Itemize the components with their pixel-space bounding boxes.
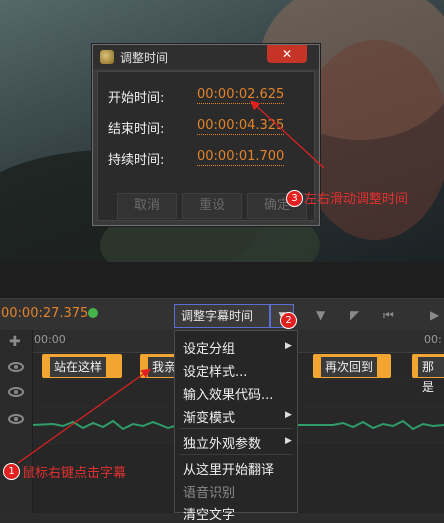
skip-start-icon[interactable]: ⏮ <box>383 308 394 323</box>
submenu-arrow-icon: ▶ <box>285 341 292 351</box>
add-track-icon[interactable]: ✚ <box>9 334 21 350</box>
close-icon: ✕ <box>281 47 293 61</box>
annotation-text-3: 左右滑动调整时间 <box>304 192 409 207</box>
duration-label: 持续时间: <box>108 153 165 168</box>
menu-item-set-group[interactable]: 设定分组 <box>183 338 235 357</box>
app-logo-icon <box>100 50 114 64</box>
subtitle-text[interactable]: 再次回到 <box>321 357 378 377</box>
ruler-end-label: 00: <box>424 333 442 346</box>
dialog-titlebar[interactable]: 调整时间 ✕ <box>93 45 319 69</box>
menu-item-fade-mode[interactable]: 渐变模式 <box>183 407 235 426</box>
annotation-badge-2: 2 <box>280 312 297 329</box>
adjust-subtitle-time-button[interactable]: 调整字幕时间 <box>174 304 270 328</box>
cancel-button[interactable]: 取消 <box>117 193 177 219</box>
mark-icon[interactable]: ◤ <box>350 308 359 322</box>
menu-divider <box>179 428 293 429</box>
video-figure-shadow <box>300 40 444 240</box>
triangle-down-icon[interactable]: ▼ <box>316 308 325 322</box>
annotation-badge-1: 1 <box>3 463 20 480</box>
subtitle-text[interactable]: 站在这样 <box>50 357 107 377</box>
eye-icon[interactable] <box>8 387 24 397</box>
end-time-label: 结束时间: <box>108 122 165 137</box>
menu-item-set-style[interactable]: 设定样式... <box>183 361 247 380</box>
reset-button[interactable]: 重设 <box>182 193 242 219</box>
submenu-arrow-icon: ▶ <box>285 410 292 420</box>
submenu-arrow-icon: ▶ <box>285 436 292 446</box>
dialog-title: 调整时间 <box>120 51 169 65</box>
annotation-badge-3: 3 <box>286 190 303 207</box>
start-time-label: 开始时间: <box>108 91 165 106</box>
video-letterbox <box>0 262 444 298</box>
status-dot-icon <box>88 308 98 318</box>
ruler-start-label: 00:00 <box>34 333 66 346</box>
menu-item-speech-recognition: 语音识别 <box>183 486 236 501</box>
start-time-value[interactable]: 00:00:02.625 <box>197 87 285 104</box>
menu-divider <box>179 454 293 455</box>
play-icon[interactable]: ▶ <box>430 308 439 322</box>
current-timecode: 00:00:27.375 <box>1 306 89 321</box>
close-button[interactable]: ✕ <box>267 45 307 63</box>
duration-value[interactable]: 00:00:01.700 <box>197 149 285 166</box>
end-time-value[interactable]: 00:00:04.325 <box>197 118 285 135</box>
menu-item-translate-from-here[interactable]: 从这里开始翻译 <box>183 459 274 478</box>
eye-icon[interactable] <box>8 362 24 372</box>
menu-item-appearance[interactable]: 独立外观参数 <box>183 433 261 452</box>
annotation-text-1: 鼠标右键点击字幕 <box>22 466 127 481</box>
menu-item-effect-code[interactable]: 输入效果代码... <box>183 384 273 403</box>
context-menu: 设定分组 ▶ 设定样式... 输入效果代码... 渐变模式 ▶ 独立外观参数 ▶… <box>174 330 298 523</box>
subtitle-text[interactable]: 那是 <box>418 357 444 394</box>
menu-item-clear-text[interactable]: 清空文字 <box>183 504 235 523</box>
eye-icon[interactable] <box>8 414 24 424</box>
